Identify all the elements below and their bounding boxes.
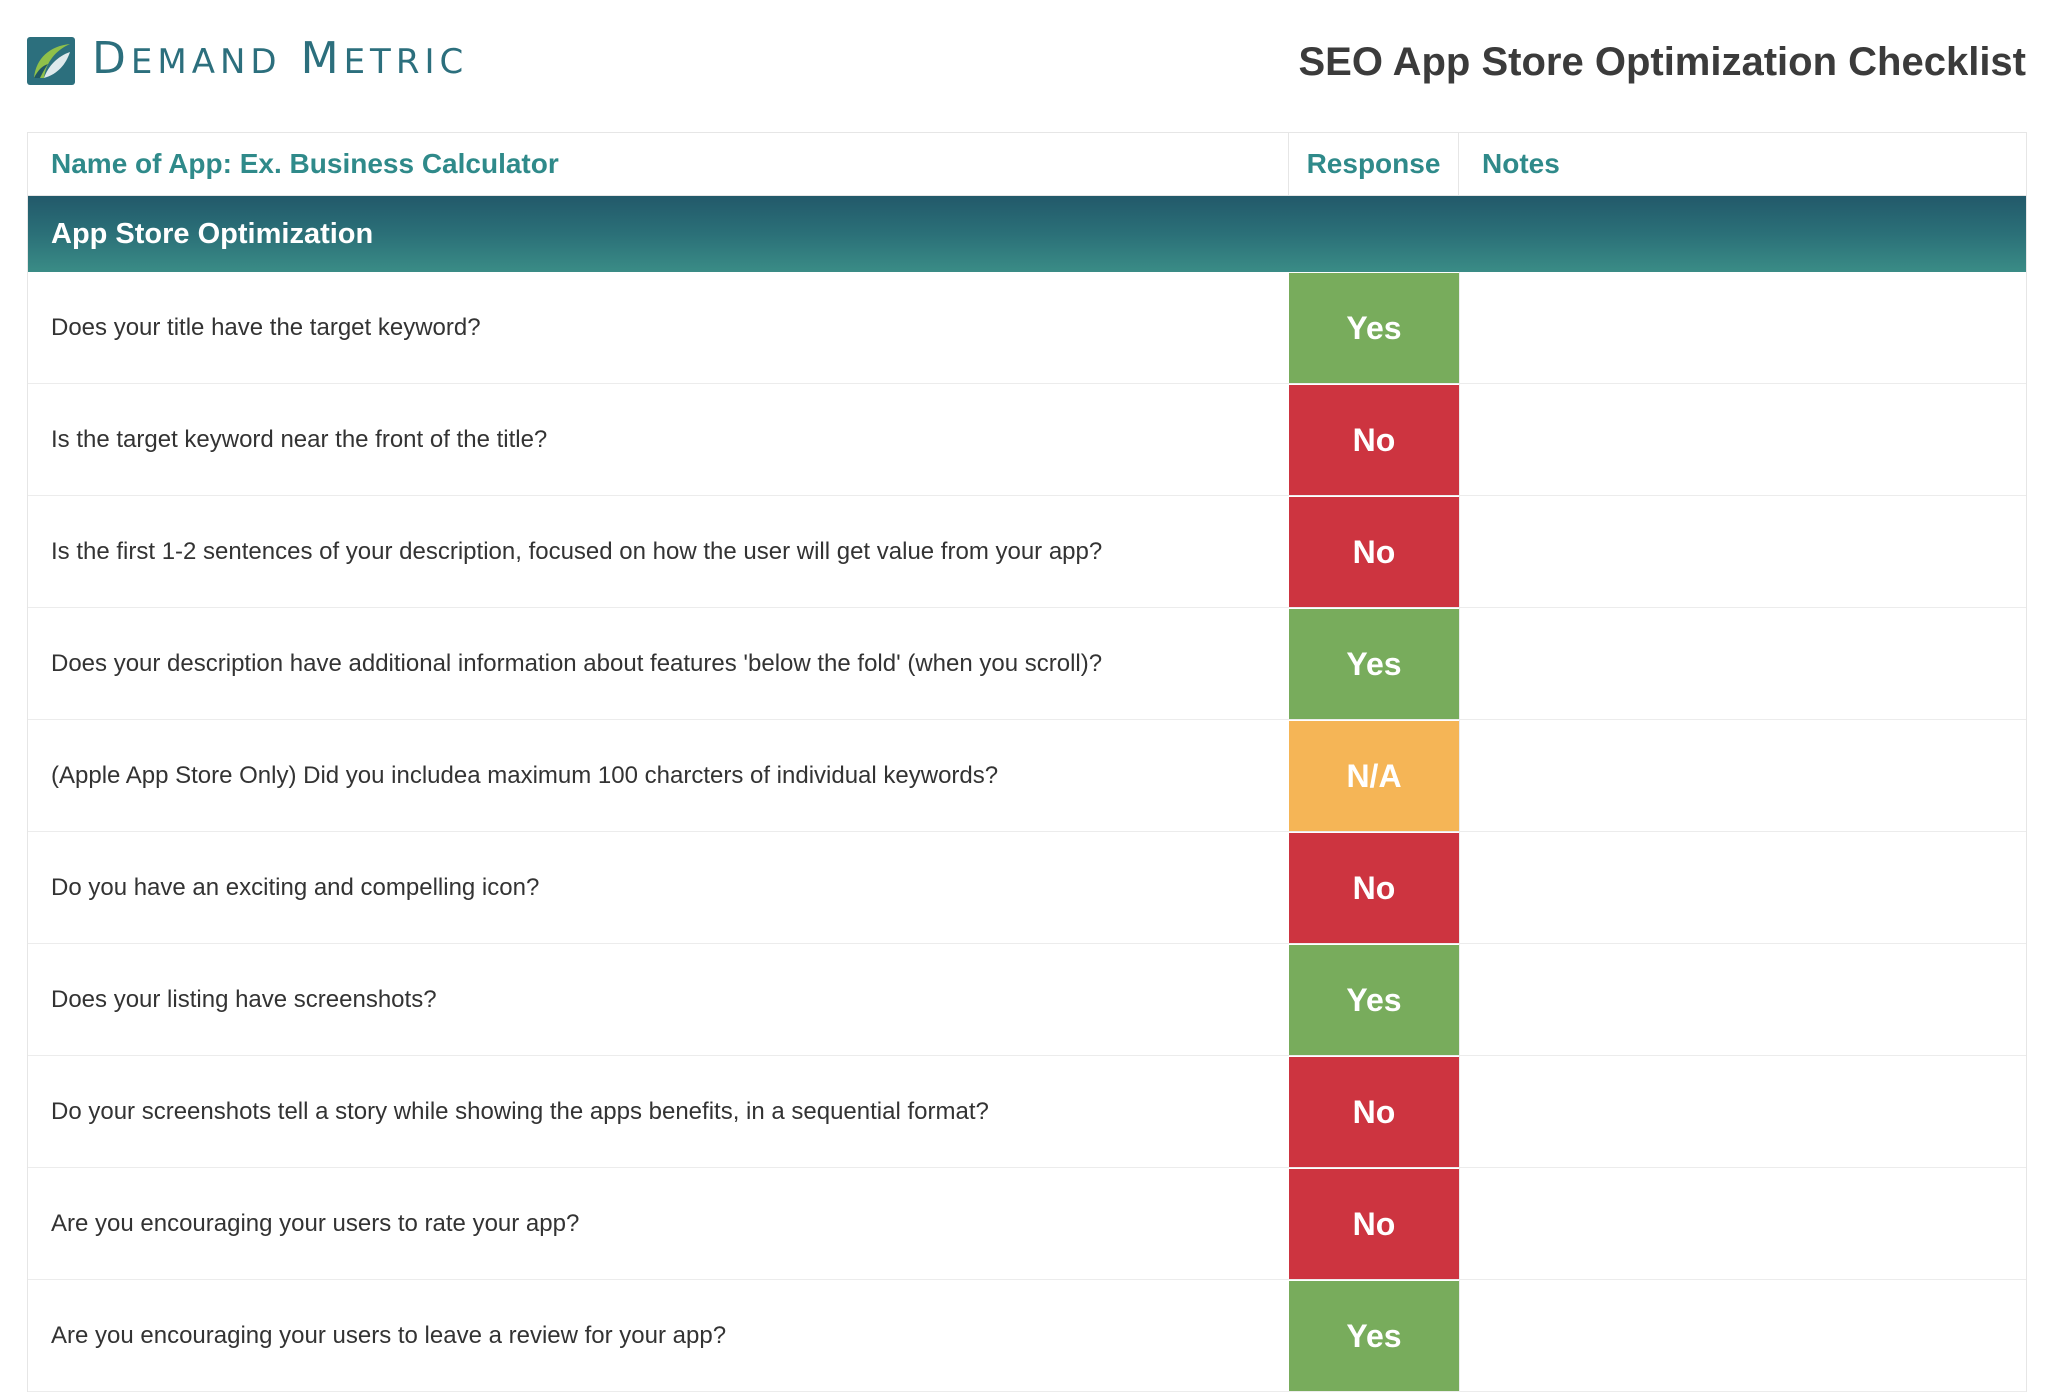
table-row: Are you encouraging your users to rate y… xyxy=(28,1168,2026,1280)
question-cell: Does your listing have screenshots? xyxy=(51,985,437,1013)
column-header-name: Name of App: Ex. Business Calculator xyxy=(28,133,1289,195)
response-cell[interactable]: Yes xyxy=(1289,1280,1459,1391)
response-cell[interactable]: N/A xyxy=(1289,720,1459,831)
table-row: Is the first 1-2 sentences of your descr… xyxy=(28,496,2026,608)
brand-logo: DEMAND METRIC xyxy=(26,34,468,87)
question-cell: Does your description have additional in… xyxy=(51,649,1103,677)
brand-name: DEMAND METRIC xyxy=(92,33,469,84)
notes-cell[interactable] xyxy=(1459,1168,2026,1279)
question-cell: Is the first 1-2 sentences of your descr… xyxy=(51,537,1103,565)
notes-cell[interactable] xyxy=(1459,608,2026,719)
response-cell[interactable]: No xyxy=(1289,1056,1459,1167)
response-cell[interactable]: Yes xyxy=(1289,608,1459,719)
checklist-table: Name of App: Ex. Business Calculator Res… xyxy=(27,132,2027,1392)
table-row: Do you have an exciting and compelling i… xyxy=(28,832,2026,944)
response-cell[interactable]: No xyxy=(1289,384,1459,495)
table-row: Is the target keyword near the front of … xyxy=(28,384,2026,496)
notes-cell[interactable] xyxy=(1459,496,2026,607)
response-cell[interactable]: No xyxy=(1289,1168,1459,1279)
table-row: Are you encouraging your users to leave … xyxy=(28,1280,2026,1392)
table-header-row: Name of App: Ex. Business Calculator Res… xyxy=(28,133,2026,196)
notes-cell[interactable] xyxy=(1459,944,2026,1055)
notes-cell[interactable] xyxy=(1459,1280,2026,1391)
table-row: Does your listing have screenshots? Yes xyxy=(28,944,2026,1056)
section-header: App Store Optimization xyxy=(28,196,2026,272)
notes-cell[interactable] xyxy=(1459,720,2026,831)
response-cell[interactable]: Yes xyxy=(1289,272,1459,383)
table-row: (Apple App Store Only) Did you includea … xyxy=(28,720,2026,832)
question-cell: Are you encouraging your users to leave … xyxy=(51,1321,727,1349)
page-title: SEO App Store Optimization Checklist xyxy=(1298,40,2027,84)
question-cell: Are you encouraging your users to rate y… xyxy=(51,1209,580,1237)
table-row: Does your description have additional in… xyxy=(28,608,2026,720)
notes-cell[interactable] xyxy=(1459,832,2026,943)
checklist-rows: Does your title have the target keyword?… xyxy=(28,272,2026,1392)
question-cell: Is the target keyword near the front of … xyxy=(51,425,548,453)
table-row: Does your title have the target keyword?… xyxy=(28,272,2026,384)
response-cell[interactable]: No xyxy=(1289,832,1459,943)
column-header-response: Response xyxy=(1289,133,1459,195)
response-cell[interactable]: Yes xyxy=(1289,944,1459,1055)
notes-cell[interactable] xyxy=(1459,384,2026,495)
notes-cell[interactable] xyxy=(1459,1056,2026,1167)
demand-metric-logo-icon xyxy=(27,36,75,85)
question-cell: Do you have an exciting and compelling i… xyxy=(51,873,540,901)
page-header: DEMAND METRIC SEO App Store Optimization… xyxy=(0,0,2052,130)
response-cell[interactable]: No xyxy=(1289,496,1459,607)
table-row: Do your screenshots tell a story while s… xyxy=(28,1056,2026,1168)
column-header-notes: Notes xyxy=(1482,148,1560,179)
notes-cell[interactable] xyxy=(1459,272,2026,383)
question-cell: (Apple App Store Only) Did you includea … xyxy=(51,761,999,789)
question-cell: Do your screenshots tell a story while s… xyxy=(51,1097,989,1125)
question-cell: Does your title have the target keyword? xyxy=(51,313,481,341)
